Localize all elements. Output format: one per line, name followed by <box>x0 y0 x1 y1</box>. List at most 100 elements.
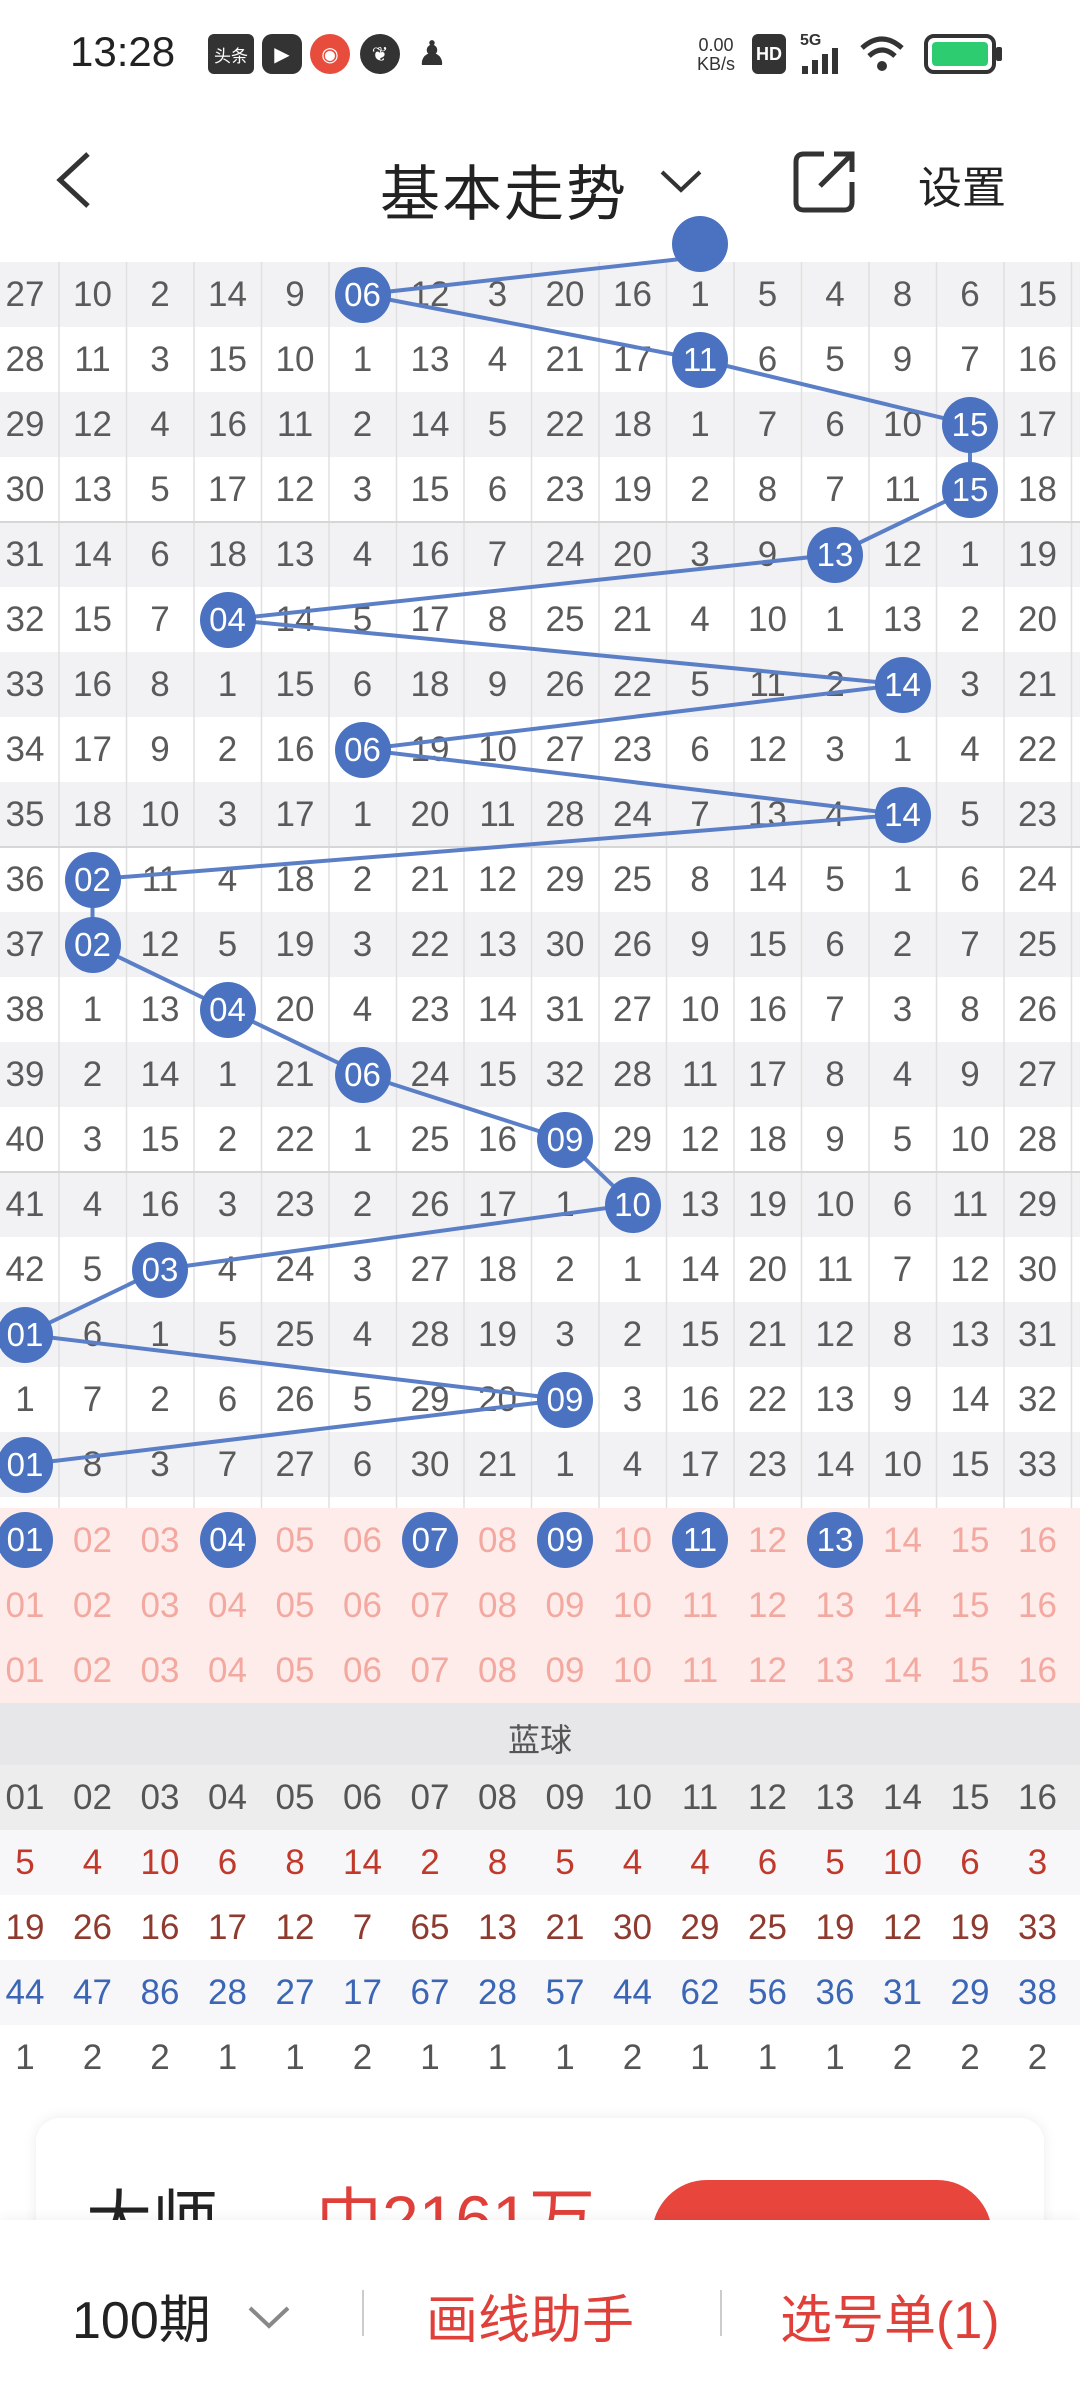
trend-cell: 25 <box>613 860 652 899</box>
summary-cell: 04 <box>208 1586 247 1625</box>
trend-row: 39 2 14 1 21 24 15 32 28 11 17 8 4 9 27 <box>0 1042 1080 1107</box>
trend-cell: 1 <box>622 1250 643 1289</box>
hit-ball: 06 <box>334 1046 391 1103</box>
trend-cell: 20 <box>1018 600 1057 639</box>
trend-cell: 21 <box>1018 665 1057 704</box>
trend-cell: 1 <box>352 795 373 834</box>
draw-helper-button[interactable]: 画线助手 <box>426 2278 634 2353</box>
trend-cell: 3 <box>825 730 845 769</box>
summary-cell: 06 <box>343 1586 382 1625</box>
summary-cell: 16 <box>1018 1521 1057 1560</box>
stat-row: 5 4 10 6 8 14 2 8 5 4 4 6 5 10 6 3 <box>0 1830 1080 1895</box>
share-icon[interactable] <box>790 146 860 216</box>
trend-cell: 16 <box>275 730 315 769</box>
trend-cell: 4 <box>825 275 845 314</box>
trend-cell: 7 <box>217 1445 238 1484</box>
period-select[interactable]: 100期 <box>72 2278 211 2353</box>
trend-row: 6 1 5 25 4 28 19 3 2 15 21 12 8 13 31 <box>0 1302 1080 1367</box>
summary-cell: 08 <box>478 1651 517 1690</box>
blue-ball-number: 07 <box>410 1778 450 1817</box>
trend-cell: 22 <box>1018 730 1057 769</box>
stat-cell: 26 <box>73 1908 112 1947</box>
trend-cell: 1 <box>150 1315 170 1354</box>
stat-cell: 7 <box>352 1908 373 1947</box>
trend-cell: 28 <box>5 340 45 379</box>
stat-cell: 8 <box>487 1843 508 1882</box>
trend-cell: 5 <box>825 860 845 899</box>
hit-ball: 03 <box>132 1241 188 1298</box>
trend-cell: 2 <box>960 600 980 639</box>
trend-cell: 12 <box>950 1250 990 1289</box>
hit-ball: 14 <box>874 656 931 713</box>
stat-cell: 27 <box>275 1973 315 2012</box>
stat-cell: 2 <box>622 2038 643 2077</box>
trend-cell: 15 <box>680 1315 720 1354</box>
page-title[interactable]: 基本走势 <box>380 146 628 233</box>
summary-cell: 04 <box>208 1651 247 1690</box>
stat-cell: 19 <box>815 1908 855 1947</box>
trend-cell: 16 <box>140 1185 180 1224</box>
summary-cell: 12 <box>748 1586 787 1625</box>
trend-cell: 3 <box>690 535 710 574</box>
stat-cell: 6 <box>217 1843 238 1882</box>
summary-cell: 15 <box>950 1651 990 1690</box>
trend-cell: 14 <box>680 1250 720 1289</box>
trend-cell: 7 <box>825 990 845 1029</box>
stat-cell: 10 <box>140 1843 180 1882</box>
trend-cell: 13 <box>410 340 450 379</box>
trend-cell: 6 <box>757 340 778 379</box>
trend-cell: 5 <box>892 1120 913 1159</box>
nav-bar: 基本走势 设置 <box>0 110 1080 250</box>
trend-cell: 6 <box>82 1315 103 1354</box>
trend-row: 31 14 6 18 13 4 16 7 24 20 3 9 12 1 19 <box>0 522 1080 587</box>
chevron-down-icon[interactable] <box>656 166 706 196</box>
hit-ball: 09 <box>537 1111 593 1168</box>
trend-cell: 15 <box>140 1120 180 1159</box>
trend-cell: 16 <box>680 1380 720 1419</box>
pick-list-button[interactable]: 选号单(1) <box>780 2278 1000 2353</box>
divider <box>720 2290 722 2336</box>
summary-cell: 15 <box>950 1586 990 1625</box>
trend-cell: 10 <box>73 275 112 314</box>
summary-cell: 12 <box>748 1521 787 1560</box>
trend-cell: 13 <box>73 470 112 509</box>
trend-cell: 2 <box>555 1250 575 1289</box>
divider <box>362 2290 364 2336</box>
trend-cell: 16 <box>1018 340 1057 379</box>
lottery-app-icon: ◉ <box>310 34 350 74</box>
trend-cell: 11 <box>749 665 786 704</box>
trend-cell: 4 <box>825 795 845 834</box>
blue-ball-number: 05 <box>275 1778 315 1817</box>
stat-cell: 3 <box>1027 1843 1048 1882</box>
hit-ball: 02 <box>64 851 121 908</box>
trend-row: 36 11 4 18 2 21 12 29 25 8 14 5 1 6 24 <box>0 847 1080 912</box>
summary-hit-ball: 07 <box>402 1512 458 1568</box>
trend-cell: 12 <box>410 275 450 314</box>
trend-cell: 17 <box>208 470 247 509</box>
hit-ball: 01 <box>0 1436 53 1493</box>
trend-cell: 29 <box>5 405 45 444</box>
back-arrow-icon[interactable] <box>50 150 100 210</box>
trend-cell: 13 <box>950 1315 990 1354</box>
trend-cell: 21 <box>545 340 585 379</box>
trend-cell: 27 <box>613 990 652 1029</box>
blue-ball-number: 16 <box>1018 1778 1057 1817</box>
trend-cell: 9 <box>487 665 508 704</box>
stat-cell: 2 <box>352 2038 373 2077</box>
stat-cell: 16 <box>140 1908 180 1947</box>
trend-cell: 15 <box>410 470 450 509</box>
chevron-down-icon[interactable] <box>246 2304 292 2330</box>
trend-cell: 31 <box>545 990 585 1029</box>
trend-cell: 32 <box>1018 1380 1057 1419</box>
trend-cell: 33 <box>1018 1445 1057 1484</box>
trend-cell: 5 <box>352 600 373 639</box>
trend-cell: 13 <box>815 1380 855 1419</box>
trend-cell: 11 <box>681 1055 719 1094</box>
trend-cell: 3 <box>150 340 170 379</box>
trend-cell: 26 <box>275 1380 315 1419</box>
stat-cell: 1 <box>825 2038 845 2077</box>
settings-button[interactable]: 设置 <box>918 152 1006 216</box>
trend-cell: 5 <box>487 405 508 444</box>
trend-cell: 26 <box>410 1185 450 1224</box>
stat-cell: 62 <box>680 1973 720 2012</box>
